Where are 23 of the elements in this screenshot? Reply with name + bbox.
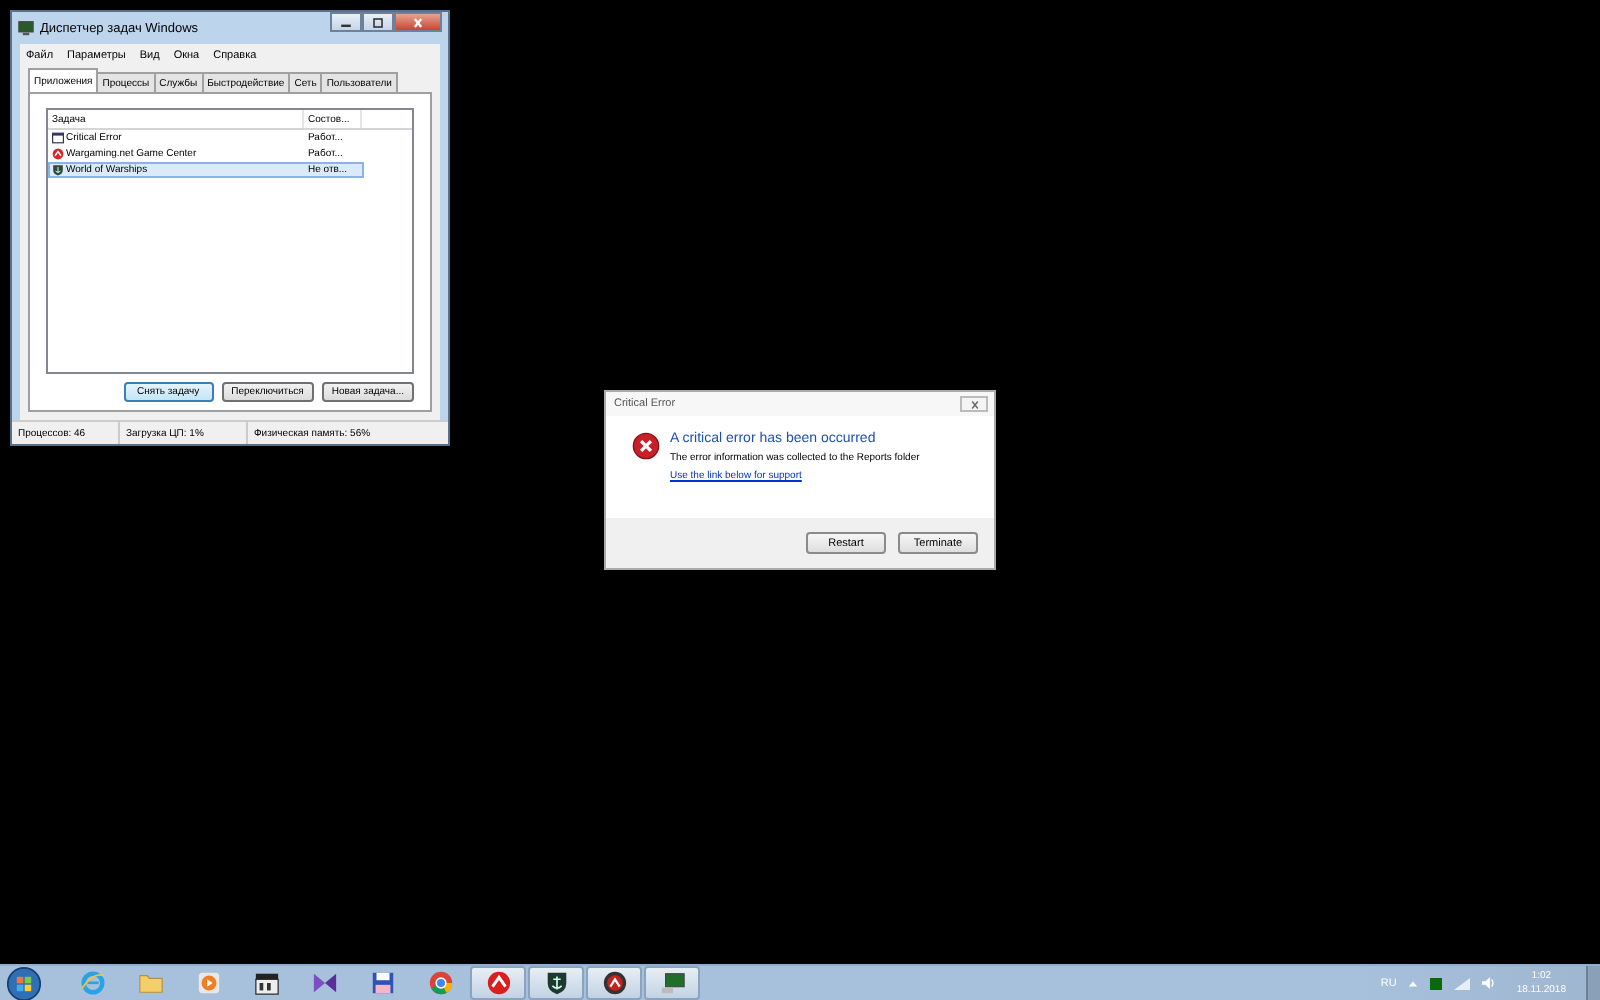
taskbar-button[interactable] <box>528 966 584 1000</box>
maximize-button[interactable] <box>362 12 394 32</box>
folder-icon <box>137 970 163 996</box>
monitor-icon <box>18 20 34 36</box>
taskbar-button[interactable] <box>644 966 700 1000</box>
monitor-icon <box>659 970 685 996</box>
minimize-button[interactable] <box>330 12 362 32</box>
window-icon <box>52 132 64 144</box>
bowtie-icon <box>311 970 337 996</box>
close-button[interactable] <box>960 396 988 412</box>
close-icon <box>967 399 981 409</box>
close-button[interactable] <box>394 12 442 32</box>
windows-logo-icon <box>6 965 42 1000</box>
taskbar-button[interactable] <box>586 966 642 1000</box>
square-icon[interactable] <box>1430 977 1443 989</box>
shield-icon <box>543 970 569 996</box>
close-icon <box>410 17 426 27</box>
clapperboard-icon <box>253 970 279 996</box>
maximize-icon <box>370 17 386 27</box>
error-icon <box>632 432 660 460</box>
browser-icon <box>79 970 105 996</box>
shield-icon <box>52 164 64 176</box>
play-icon <box>195 970 221 996</box>
